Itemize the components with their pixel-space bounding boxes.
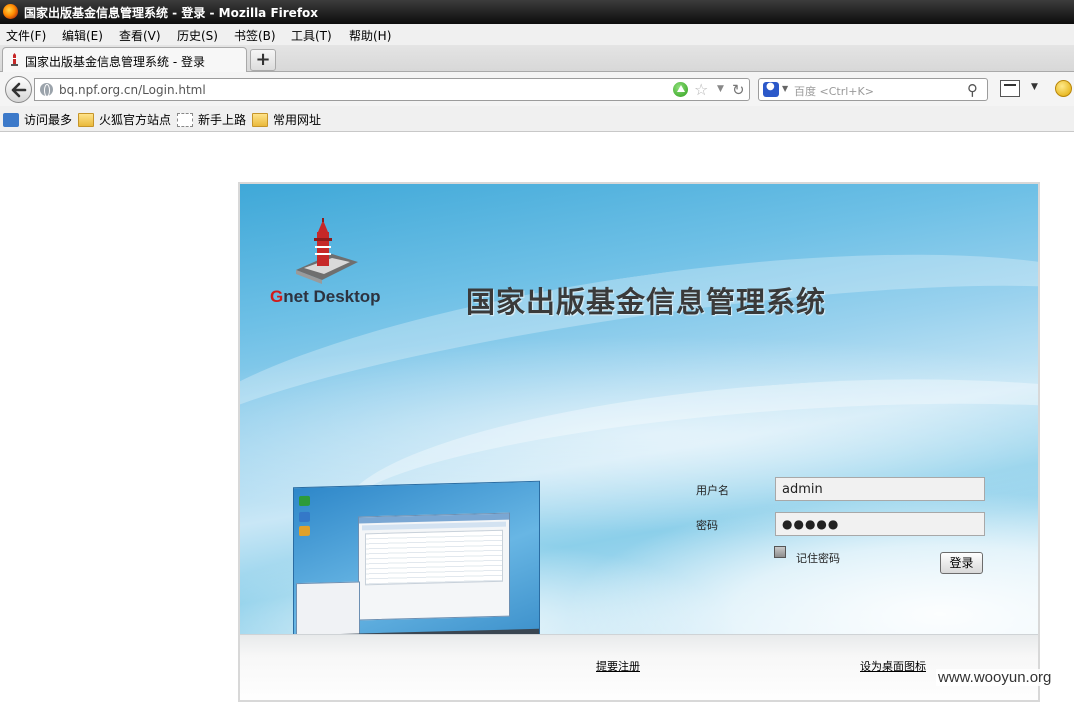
- folder-icon: [252, 113, 268, 127]
- menu-help[interactable]: 帮助(H): [349, 27, 391, 44]
- menu-file[interactable]: 文件(F): [6, 27, 46, 44]
- reload-icon[interactable]: ↻: [732, 81, 745, 99]
- password-label: 密码: [696, 519, 718, 532]
- url-bar[interactable]: bq.npf.org.cn/Login.html ☆ ▼ ↻: [34, 78, 750, 101]
- bookmark-label: 常用网址: [273, 113, 322, 127]
- system-title: 国家出版基金信息管理系统: [466, 285, 827, 319]
- tool-dropdown-icon[interactable]: ▼: [1031, 82, 1038, 92]
- preview-app-icon: [299, 525, 310, 537]
- tower-logo-icon: [296, 218, 358, 284]
- magnifier-icon: [3, 113, 19, 127]
- register-link[interactable]: 提要注册: [596, 658, 640, 674]
- new-tab-button[interactable]: +: [250, 49, 276, 71]
- baidu-paw-icon[interactable]: [763, 81, 779, 97]
- bookmark-label: 新手上路: [198, 113, 247, 127]
- tab-login[interactable]: 国家出版基金信息管理系统 - 登录: [2, 47, 247, 73]
- menu-bar: 文件(F) 编辑(E) 查看(V) 历史(S) 书签(B) 工具(T) 帮助(H…: [0, 24, 1074, 45]
- tab-strip: 国家出版基金信息管理系统 - 登录 +: [0, 45, 1074, 73]
- menu-view[interactable]: 查看(V): [119, 27, 161, 44]
- search-bar[interactable]: ▼ 百度 <Ctrl+K> ⚲: [758, 78, 988, 101]
- login-button[interactable]: 登录: [940, 552, 983, 574]
- bookmarks-bar: 访问最多 火狐官方站点 新手上路 常用网址: [0, 106, 1074, 132]
- go-icon[interactable]: [673, 82, 688, 97]
- search-icon[interactable]: ⚲: [967, 81, 978, 99]
- page-icon: [177, 113, 193, 127]
- username-field[interactable]: [775, 477, 985, 501]
- navigation-bar: bq.npf.org.cn/Login.html ☆ ▼ ↻ ▼ 百度 <Ctr…: [0, 72, 1074, 106]
- desktop-preview-image: [293, 480, 540, 648]
- page-content: Gnet Desktop 国家出版基金信息管理系统 用户名 密码 ●●●●● 记…: [0, 133, 1074, 702]
- folder-icon: [78, 113, 94, 127]
- preview-app-icon: [299, 495, 310, 507]
- tab-label: 国家出版基金信息管理系统 - 登录: [25, 55, 205, 69]
- bookmark-firefox-official[interactable]: 火狐官方站点: [78, 111, 171, 127]
- login-panel: Gnet Desktop 国家出版基金信息管理系统 用户名 密码 ●●●●● 记…: [238, 182, 1040, 702]
- brand-g: G: [270, 287, 284, 306]
- back-arrow-icon: [11, 82, 27, 98]
- remember-password-checkbox[interactable]: [774, 546, 786, 558]
- preview-window: [358, 512, 510, 621]
- username-label: 用户名: [696, 484, 729, 497]
- tower-favicon-icon: [11, 53, 18, 66]
- bookmark-common-sites[interactable]: 常用网址: [252, 111, 321, 127]
- bookmark-most-visited[interactable]: 访问最多: [3, 111, 72, 127]
- engine-dropdown-icon[interactable]: ▼: [782, 84, 788, 93]
- menu-edit[interactable]: 编辑(E): [62, 27, 103, 44]
- preview-app-icon: [299, 511, 310, 523]
- bookmark-label: 访问最多: [24, 113, 73, 127]
- menu-history[interactable]: 历史(S): [177, 27, 218, 44]
- search-input[interactable]: 百度 <Ctrl+K>: [794, 83, 874, 99]
- url-text[interactable]: bq.npf.org.cn/Login.html: [59, 83, 206, 97]
- set-desktop-icon-link[interactable]: 设为桌面图标: [860, 658, 926, 674]
- brand-rest: net Desktop: [283, 287, 381, 306]
- history-dropdown-icon[interactable]: ▼: [717, 84, 724, 94]
- window-title-bar: 国家出版基金信息管理系统 - 登录 - Mozilla Firefox: [0, 0, 1074, 24]
- firefox-icon: [3, 4, 18, 19]
- window-title: 国家出版基金信息管理系统 - 登录 - Mozilla Firefox: [24, 6, 319, 20]
- bookmark-getting-started[interactable]: 新手上路: [177, 111, 246, 127]
- watermark: www.wooyun.org: [936, 669, 1054, 686]
- password-field[interactable]: ●●●●●: [775, 512, 985, 536]
- menu-bookmarks[interactable]: 书签(B): [234, 27, 276, 44]
- bookmark-star-icon[interactable]: ☆: [694, 80, 708, 99]
- bookmark-label: 火狐官方站点: [99, 113, 172, 127]
- globe-icon: [40, 83, 53, 97]
- smiley-addon-icon[interactable]: [1055, 80, 1072, 97]
- remember-password-label: 记住密码: [796, 552, 840, 565]
- menu-tools[interactable]: 工具(T): [291, 27, 332, 44]
- back-button[interactable]: [5, 76, 32, 103]
- brand-name: Gnet Desktop: [270, 287, 381, 307]
- screenshot-tool-icon[interactable]: [1000, 80, 1020, 97]
